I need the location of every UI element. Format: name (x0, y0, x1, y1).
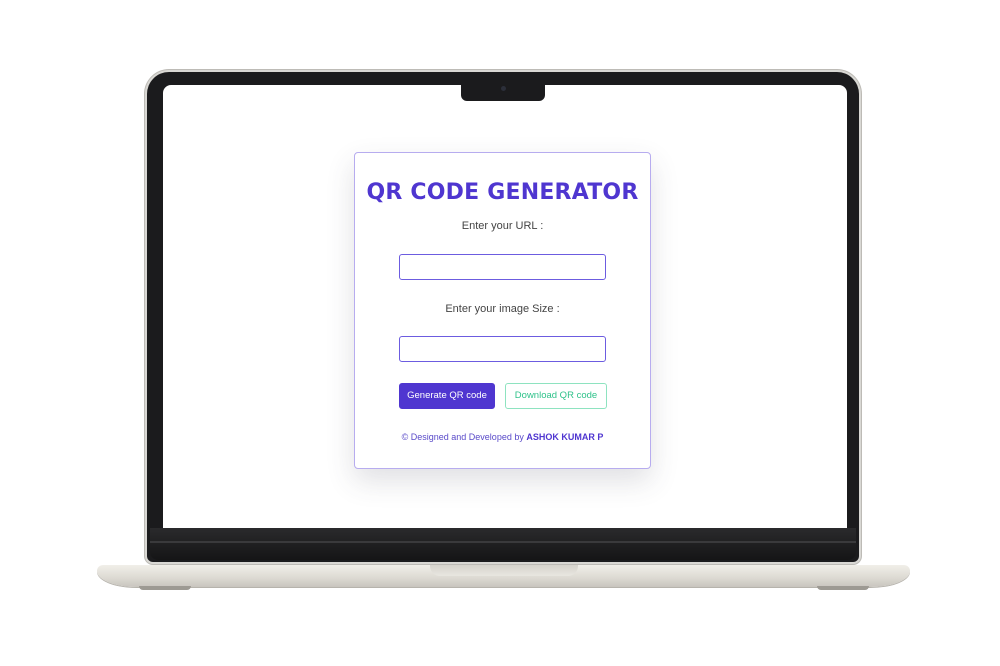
laptop-chin (150, 528, 856, 560)
size-label: Enter your image Size : (445, 303, 560, 315)
credits-footer: © Designed and Developed by ASHOK KUMAR … (355, 432, 650, 442)
page-title: QR CODE GENERATOR (366, 180, 639, 205)
camera-icon (501, 86, 506, 91)
credits-author: ASHOK KUMAR P (526, 432, 604, 442)
laptop-hinge (150, 541, 856, 543)
laptop-foot-left (139, 586, 191, 590)
generate-qr-button[interactable]: Generate QR code (399, 383, 495, 409)
laptop-base-notch (430, 565, 578, 576)
url-label: Enter your URL : (461, 220, 544, 232)
qr-generator-card: QR CODE GENERATOR Enter your URL : Enter… (354, 152, 651, 469)
size-input[interactable] (399, 336, 606, 362)
download-qr-button[interactable]: Download QR code (505, 383, 607, 409)
credits-prefix: © Designed and Developed by (401, 432, 524, 442)
laptop-foot-right (817, 586, 869, 590)
url-input[interactable] (399, 254, 606, 280)
